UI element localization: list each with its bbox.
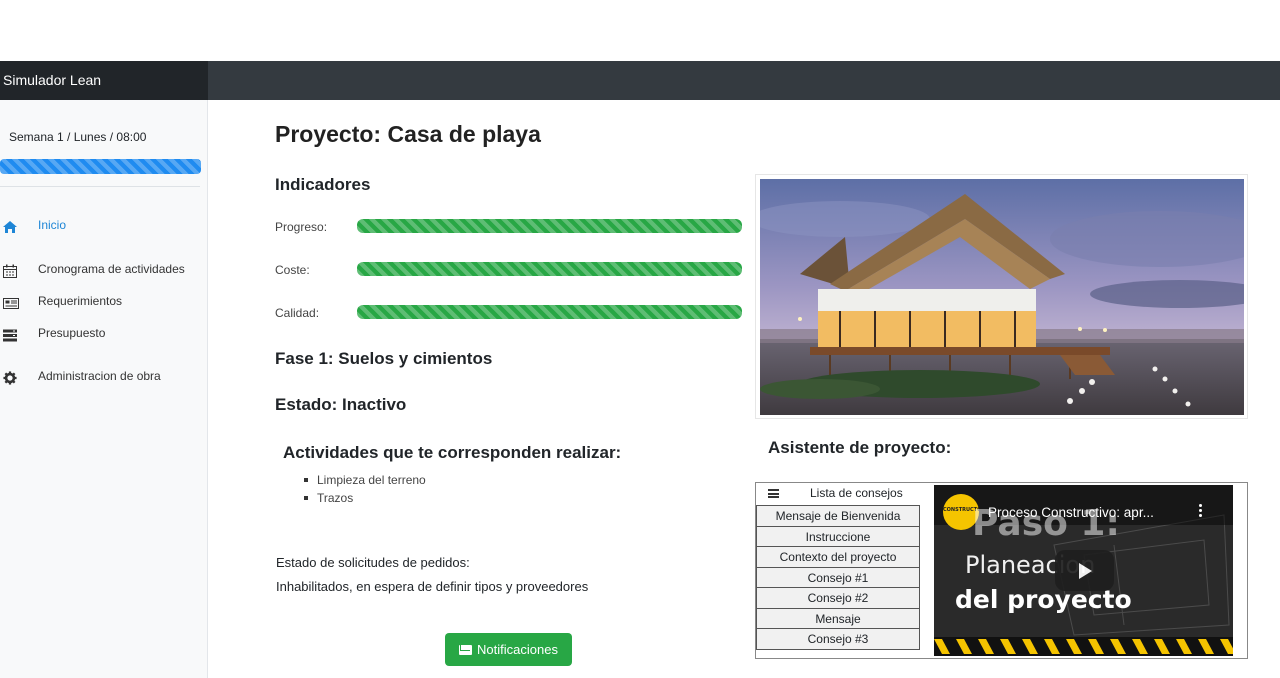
video-player[interactable]: CONSTRUCTOR Proceso Constructivo: apr...… xyxy=(934,485,1233,656)
indicator-label: Coste: xyxy=(275,263,310,277)
tip-item[interactable]: Consejo #2 xyxy=(756,587,920,609)
home-icon xyxy=(2,218,18,233)
sidebar-item-cronograma[interactable]: Cronograma de actividades xyxy=(0,257,207,281)
tip-item[interactable]: Instruccione xyxy=(756,525,920,547)
orders-status-label: Estado de solicitudes de pedidos: xyxy=(276,555,470,570)
orders-status-value: Inhabilitados, en espera de definir tipo… xyxy=(276,579,589,594)
sidebar-item-label: Administracion de obra xyxy=(38,369,161,383)
indicators-heading: Indicadores xyxy=(275,175,371,194)
activities-heading: Actividades que te corresponden realizar… xyxy=(283,443,622,462)
indicator-bar xyxy=(357,219,742,233)
newspaper-icon xyxy=(2,294,19,309)
indicator-progreso: Progreso: xyxy=(275,219,745,234)
status-heading: Estado: Inactivo xyxy=(275,395,407,414)
tip-item[interactable]: Consejo #3 xyxy=(756,628,920,650)
sidebar: Semana 1 / Lunes / 08:00 Inicio Cronogra… xyxy=(0,100,208,678)
sidebar-item-presupuesto[interactable]: Presupuesto xyxy=(0,321,207,345)
assistant-heading: Asistente de proyecto: xyxy=(768,438,952,457)
indicator-label: Progreso: xyxy=(275,220,328,234)
more-options-icon[interactable] xyxy=(1199,504,1203,520)
envelope-icon xyxy=(459,645,473,655)
notifications-button-label: Notificaciones xyxy=(477,642,558,657)
project-photo-frame xyxy=(755,174,1248,419)
list-item: Trazos xyxy=(303,489,426,507)
top-blank-area xyxy=(0,0,1280,61)
server-icon xyxy=(2,326,18,342)
sidebar-item-administracion[interactable]: Administracion de obra xyxy=(0,364,207,388)
app-brand[interactable]: Simulador Lean xyxy=(0,61,208,100)
list-item: Limpieza del terreno xyxy=(303,471,426,489)
assistant-panel: Lista de consejos Mensaje de Bienvenida … xyxy=(755,482,1248,659)
tip-item[interactable]: Mensaje xyxy=(756,607,920,629)
sidebar-item-label: Requerimientos xyxy=(38,294,123,308)
sidebar-item-inicio[interactable]: Inicio xyxy=(0,213,207,237)
tip-item[interactable]: Consejo #1 xyxy=(756,566,920,588)
week-clock: Semana 1 / Lunes / 08:00 xyxy=(9,130,147,144)
play-button[interactable] xyxy=(1055,550,1114,591)
indicator-bar xyxy=(357,262,742,276)
tip-item[interactable]: Mensaje de Bienvenida xyxy=(756,505,920,527)
notifications-button[interactable]: Notificaciones xyxy=(445,633,572,666)
sidebar-item-label: Presupuesto xyxy=(38,326,106,340)
tips-list-header[interactable]: Lista de consejos xyxy=(756,483,920,506)
indicator-label: Calidad: xyxy=(275,306,320,320)
top-navbar: Simulador Lean xyxy=(0,61,1280,100)
sidebar-divider xyxy=(0,186,200,187)
tips-list-title: Lista de consejos xyxy=(810,486,903,500)
page-title: Proyecto: Casa de playa xyxy=(275,121,541,147)
activities-list: Limpieza del terreno Trazos xyxy=(303,471,426,507)
gear-icon xyxy=(2,369,18,385)
video-overlay-line1: Paso 1: xyxy=(972,503,1120,544)
tips-list: Lista de consejos Mensaje de Bienvenida … xyxy=(756,483,920,650)
beach-house-photo xyxy=(760,179,1244,415)
indicator-coste: Coste: xyxy=(275,262,745,277)
indicator-calidad: Calidad: xyxy=(275,305,745,320)
week-progress-bar xyxy=(0,159,201,174)
indicator-bar xyxy=(357,305,742,319)
phase-heading: Fase 1: Suelos y cimientos xyxy=(275,349,493,368)
sidebar-item-label: Inicio xyxy=(38,218,67,232)
menu-icon xyxy=(768,489,779,498)
calendar-icon xyxy=(2,262,18,278)
sidebar-item-requerimientos[interactable]: Requerimientos xyxy=(0,289,207,313)
play-icon xyxy=(1079,563,1092,579)
tip-item[interactable]: Contexto del proyecto xyxy=(756,546,920,568)
sidebar-item-label: Cronograma de actividades xyxy=(38,262,185,276)
